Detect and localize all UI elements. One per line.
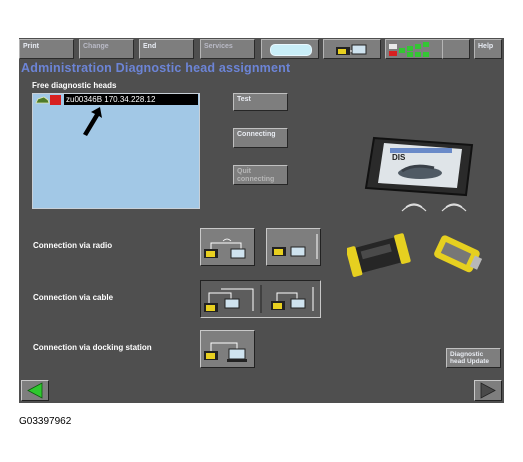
radio-connection-alt-button[interactable]: [266, 228, 321, 266]
signal-status-indicator: [385, 39, 443, 59]
back-button[interactable]: [21, 380, 49, 401]
services-button[interactable]: Services: [200, 39, 255, 59]
head-update-button[interactable]: Diagnostic head Update: [446, 348, 501, 368]
diagnostic-head-icon: [336, 44, 367, 55]
application-screen: Print Change End Services Help Administr…: [19, 38, 504, 403]
radio-connection-icon: [204, 238, 246, 259]
head-id: zu00346B: [66, 95, 103, 104]
end-button[interactable]: End: [139, 39, 194, 59]
back-arrow-icon: [27, 382, 43, 399]
list-item[interactable]: zu00346B 170.34.228.12: [33, 94, 199, 106]
free-heads-label: Free diagnostic heads: [32, 81, 117, 90]
cable-connection-button[interactable]: [200, 280, 321, 318]
forward-button[interactable]: [474, 380, 502, 401]
diagnostic-head-icon: [347, 233, 483, 277]
test-button[interactable]: Test: [233, 93, 288, 111]
help-button[interactable]: Help: [474, 39, 502, 59]
red-square-icon: [50, 95, 61, 105]
radio-connection-button[interactable]: [200, 228, 255, 266]
diagnostic-heads-list[interactable]: zu00346B 170.34.228.12: [32, 93, 200, 209]
blank-toolbar-button[interactable]: [442, 39, 470, 59]
connection-cable-label: Connection via cable: [33, 293, 114, 302]
device-screen-label: DIS: [392, 153, 406, 162]
progress-indicator: [261, 39, 319, 59]
selected-head-row[interactable]: zu00346B 170.34.228.12: [64, 94, 198, 105]
connection-docking-label: Connection via docking station: [33, 343, 152, 352]
connecting-button[interactable]: Connecting: [233, 128, 288, 148]
connection-status-indicator: [323, 39, 381, 59]
forward-arrow-icon: [480, 382, 496, 399]
print-button[interactable]: Print: [19, 39, 74, 59]
docking-connection-button[interactable]: [200, 330, 255, 368]
figure-id: G03397962: [19, 416, 72, 427]
quit-connecting-button[interactable]: Quit connecting: [233, 165, 288, 185]
change-button[interactable]: Change: [79, 39, 134, 59]
arrow-pointer-icon: [83, 107, 102, 136]
signal-bars-icon: [389, 42, 429, 57]
head-ip: 170.34.228.12: [104, 95, 156, 104]
cable-connection-icon: [204, 285, 314, 313]
connection-radio-label: Connection via radio: [33, 241, 113, 250]
page-title: Administration Diagnostic head assignmen…: [21, 61, 291, 75]
radio-connection-alt-icon: [272, 234, 318, 259]
docking-connection-icon: [204, 342, 247, 362]
car-icon: [35, 95, 61, 105]
progress-pill: [270, 44, 312, 56]
